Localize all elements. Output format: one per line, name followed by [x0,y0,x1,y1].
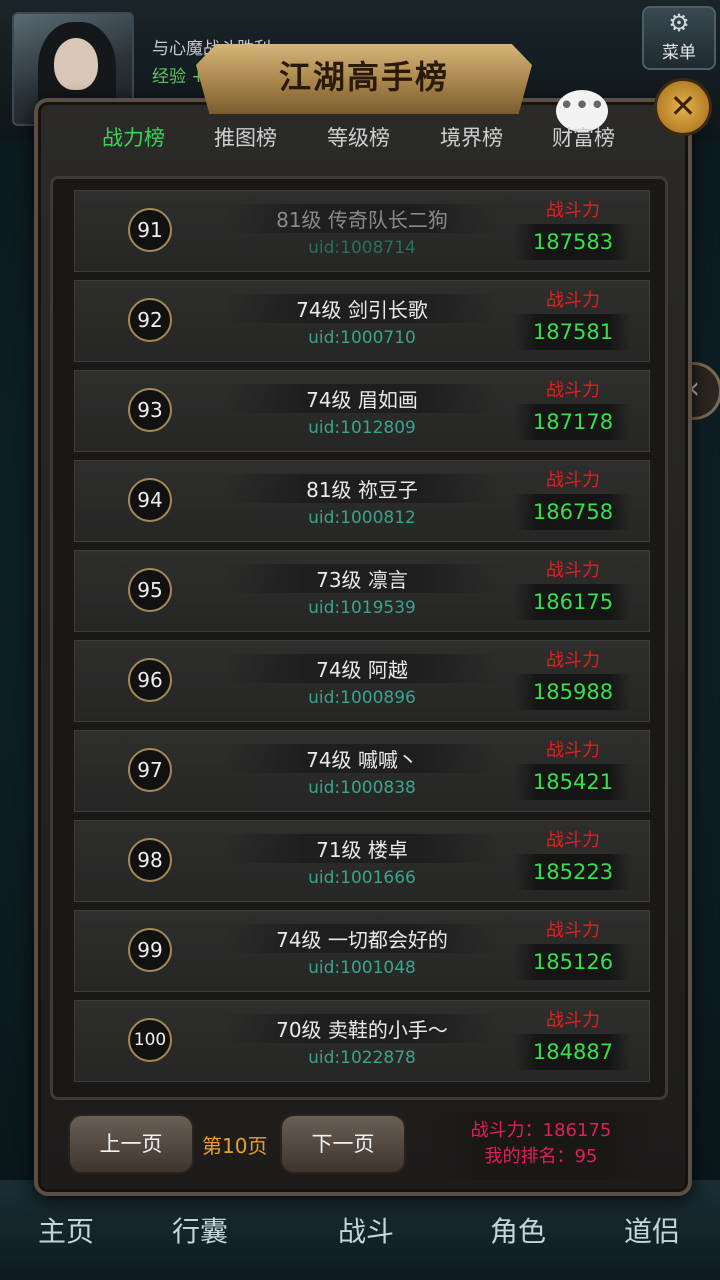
power-label: 战斗力 [546,470,600,491]
player-uid: uid:1000710 [308,328,416,348]
power-value: 184887 [514,1034,632,1070]
player-name: 71级 楼卓 [224,834,500,863]
table-row[interactable]: 91 81级 传奇队长二狗 uid:1008714 战斗力 187583 [72,188,652,274]
table-row[interactable]: 96 74级 阿越 uid:1000896 战斗力 185988 [72,638,652,724]
rank-badge: 92 [128,298,172,342]
prev-page-button[interactable]: 上一页 [68,1114,194,1174]
my-rank-info: 战斗力：186175 我的排名：95 [434,1112,648,1180]
player-uid: uid:1022878 [308,1048,416,1068]
power-label: 战斗力 [546,830,600,851]
player-name: 81级 祢豆子 [224,474,500,503]
player-name: 74级 眉如画 [224,384,500,413]
rank-badge: 96 [128,658,172,702]
tab-wealth[interactable]: 财富榜 [552,122,615,152]
tab-power[interactable]: 战力榜 [102,122,165,152]
table-row[interactable]: 99 74级 一切都会好的 uid:1001048 战斗力 185126 [72,908,652,994]
gear-icon: ⚙ [668,9,690,37]
rank-badge: 91 [128,208,172,252]
nav-partner[interactable]: 道侣 [624,1210,680,1250]
table-row[interactable]: 92 74级 剑引长歌 uid:1000710 战斗力 187581 [72,278,652,364]
rank-badge: 97 [128,748,172,792]
power-label: 战斗力 [546,200,600,221]
rank-badge: 99 [128,928,172,972]
player-uid: uid:1001048 [308,958,416,978]
player-uid: uid:1019539 [308,598,416,618]
menu-label: 菜单 [662,43,696,63]
player-uid: uid:1012809 [308,418,416,438]
close-button[interactable]: ✕ [654,78,712,136]
power-value: 186175 [514,584,632,620]
menu-button[interactable]: ⚙ 菜单 [642,6,716,70]
panel-title: 江湖高手榜 [278,58,449,96]
nav-battle[interactable]: 战斗 [338,1210,394,1250]
player-uid: uid:1000838 [308,778,416,798]
table-row[interactable]: 93 74级 眉如画 uid:1012809 战斗力 187178 [72,368,652,454]
nav-bag[interactable]: 行囊 [172,1210,228,1250]
my-rank: 我的排名：95 [484,1146,598,1167]
table-row[interactable]: 98 71级 楼卓 uid:1001666 战斗力 185223 [72,818,652,904]
player-name: 74级 剑引长歌 [224,294,500,323]
table-row[interactable]: 100 70级 卖鞋的小手～ uid:1022878 战斗力 184887 [72,998,652,1084]
player-name: 81级 传奇队长二狗 [224,204,500,233]
tab-level[interactable]: 等级榜 [327,122,390,152]
tab-realm[interactable]: 境界榜 [440,122,503,152]
power-value: 185223 [514,854,632,890]
tab-stage[interactable]: 推图榜 [214,122,277,152]
power-label: 战斗力 [546,650,600,671]
power-value: 187583 [514,224,632,260]
page-indicator: 第10页 [202,1134,268,1158]
avatar-face [54,38,98,90]
player-uid: uid:1008714 [308,238,416,258]
power-label: 战斗力 [546,560,600,581]
table-row[interactable]: 95 73级 凛言 uid:1019539 战斗力 186175 [72,548,652,634]
player-name: 74级 阿越 [224,654,500,683]
power-value: 187178 [514,404,632,440]
table-row[interactable]: 94 81级 祢豆子 uid:1000812 战斗力 186758 [72,458,652,544]
next-page-button[interactable]: 下一页 [280,1114,406,1174]
power-label: 战斗力 [546,920,600,941]
power-value: 185988 [514,674,632,710]
rank-badge: 94 [128,478,172,522]
nav-home[interactable]: 主页 [38,1210,94,1250]
player-uid: uid:1000812 [308,508,416,528]
player-name: 74级 嘁嘁丶 [224,744,500,773]
nav-character[interactable]: 角色 [490,1210,546,1250]
power-value: 185126 [514,944,632,980]
power-label: 战斗力 [546,740,600,761]
power-label: 战斗力 [546,290,600,311]
rank-badge: 98 [128,838,172,882]
player-name: 70级 卖鞋的小手～ [224,1014,500,1043]
my-power: 战斗力：186175 [470,1120,612,1141]
power-label: 战斗力 [546,380,600,401]
power-value: 185421 [514,764,632,800]
player-name: 73级 凛言 [224,564,500,593]
rank-badge: 100 [128,1018,172,1062]
rank-badge: 95 [128,568,172,612]
power-value: 186758 [514,494,632,530]
power-value: 187581 [514,314,632,350]
table-row[interactable]: 97 74级 嘁嘁丶 uid:1000838 战斗力 185421 [72,728,652,814]
player-uid: uid:1000896 [308,688,416,708]
player-uid: uid:1001666 [308,868,416,888]
player-name: 74级 一切都会好的 [224,924,500,953]
rank-badge: 93 [128,388,172,432]
power-label: 战斗力 [546,1010,600,1031]
ranking-tabs: 战力榜 推图榜 等级榜 境界榜 财富榜 [80,122,640,162]
